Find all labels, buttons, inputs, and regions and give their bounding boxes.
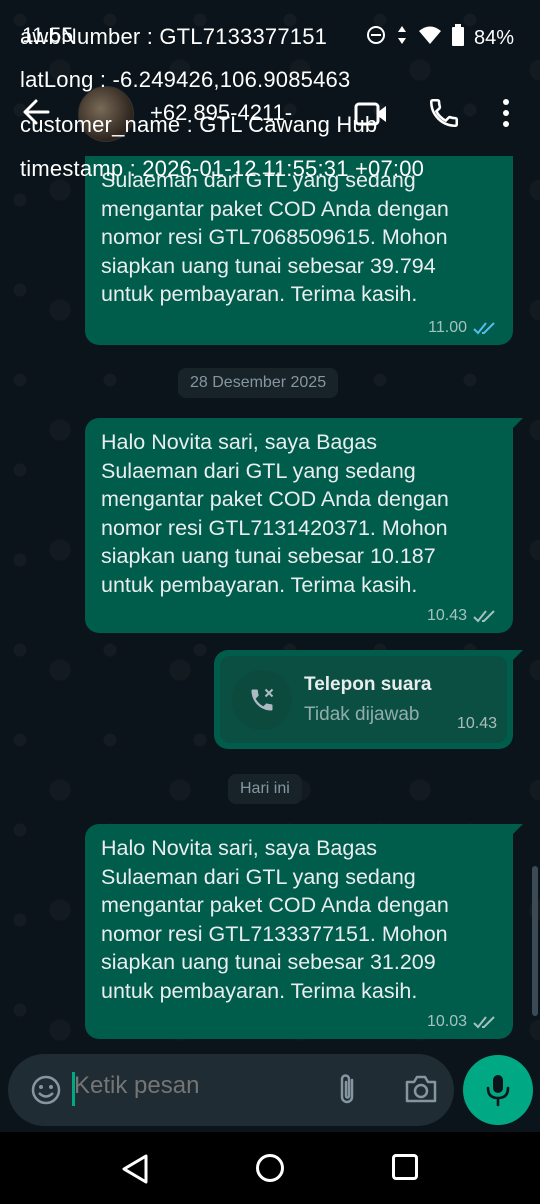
emoji-button[interactable]	[30, 1074, 62, 1106]
nav-home-button[interactable]	[256, 1154, 284, 1182]
message-text: Sulaeman dari GTL yang sedang mengantar …	[101, 168, 449, 306]
battery-level: 84%	[473, 26, 514, 49]
date-separator: Hari ini	[228, 774, 302, 804]
dnd-icon	[366, 25, 386, 51]
emoji-icon	[31, 1075, 61, 1105]
call-status: Tidak dijawab	[304, 704, 420, 725]
delivered-double-check-icon	[473, 1016, 495, 1029]
data-arrows-icon	[396, 25, 408, 51]
overlay-awb: awbNumber : GTL7133377151	[20, 24, 328, 49]
chat-scrollbar[interactable]	[532, 866, 538, 1016]
missed-call-bubble[interactable]: Telepon suara Tidak dijawab 10.43	[214, 650, 523, 749]
message-meta: 10.03	[427, 1013, 499, 1031]
paperclip-icon	[340, 1074, 354, 1104]
nav-back-button[interactable]	[118, 1152, 152, 1186]
attach-button[interactable]	[334, 1072, 362, 1108]
message-bubble[interactable]: Sulaeman dari GTL yang sedang mengantar …	[85, 156, 513, 345]
battery-icon	[451, 24, 464, 52]
missed-call-icon	[251, 688, 274, 711]
overlay-customer: customer_name : GTL Cawang Hub	[20, 112, 378, 137]
call-card: Telepon suara Tidak dijawab 10.43	[220, 656, 507, 743]
call-icon-circle	[232, 670, 292, 730]
more-vertical-icon	[503, 99, 509, 127]
camera-icon	[405, 1075, 437, 1103]
overlay-latlong: latLong : -6.249426,106.9085463	[20, 67, 351, 92]
read-double-check-icon	[473, 322, 495, 335]
status-icons: 84%	[366, 24, 514, 52]
delivered-double-check-icon	[473, 610, 495, 623]
microphone-icon	[486, 1075, 510, 1107]
composer	[8, 1054, 454, 1126]
date-separator: 28 Desember 2025	[178, 368, 339, 398]
nav-back-icon	[122, 1154, 148, 1184]
call-time: 10.43	[456, 715, 497, 732]
overflow-menu-button[interactable]	[498, 96, 514, 130]
bubble-tail	[509, 418, 523, 432]
wifi-icon	[418, 25, 442, 51]
message-text: Halo Novita sari, saya Bagas Sulaeman da…	[101, 836, 449, 1003]
message-bubble[interactable]: Halo Novita sari, saya Bagas Sulaeman da…	[85, 824, 523, 1039]
nav-recents-button[interactable]	[392, 1154, 418, 1180]
call-title: Telepon suara	[304, 674, 432, 695]
system-nav-bar	[0, 1132, 540, 1204]
message-meta: 11.00	[428, 319, 499, 337]
camera-button[interactable]	[404, 1074, 438, 1104]
message-time: 10.43	[426, 607, 467, 624]
voice-call-button[interactable]	[427, 96, 461, 130]
message-meta: 10.43	[427, 607, 499, 625]
message-bubble[interactable]: Halo Novita sari, saya Bagas Sulaeman da…	[85, 418, 523, 633]
message-time: 11.00	[428, 319, 467, 336]
bubble-tail	[509, 824, 523, 838]
message-input[interactable]	[74, 1072, 314, 1100]
message-text: Halo Novita sari, saya Bagas Sulaeman da…	[101, 430, 449, 597]
bubble-tail	[509, 650, 523, 664]
phone-icon	[429, 98, 459, 128]
overlay-timestamp: timestamp : 2026-01-12 11:55:31 +07:00	[20, 156, 425, 181]
voice-record-button[interactable]	[463, 1055, 533, 1125]
message-time: 10.03	[426, 1013, 467, 1030]
